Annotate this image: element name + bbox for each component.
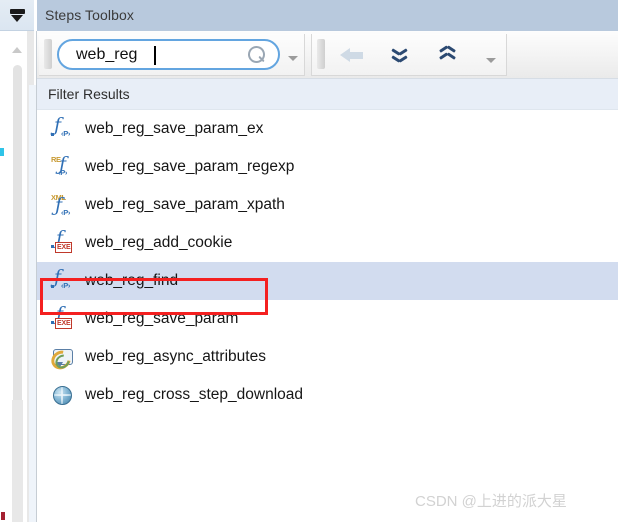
search-icon-glass (245, 43, 268, 66)
filter-results-list: ƒ ‹P› web_reg_save_param_ex RE ƒ ‹P› web_reg_s… (37, 110, 618, 522)
search-input[interactable]: web_reg (57, 39, 280, 70)
icon-param-subscript: ‹P› (61, 129, 71, 138)
function-exe-icon: ƒ EXE (51, 305, 75, 332)
icon-function-glyph: ƒ (54, 266, 62, 288)
toolbar: web_reg (37, 31, 618, 79)
back-button[interactable] (334, 40, 370, 70)
list-item[interactable]: web_reg_cross_step_download (37, 376, 618, 414)
list-item-label: web_reg_async_attributes (85, 348, 266, 365)
list-item[interactable]: RE ƒ ‹P› web_reg_save_param_regexp (37, 148, 618, 186)
list-item-label: web_reg_save_param_ex (85, 120, 264, 137)
list-item-label: web_reg_add_cookie (85, 234, 233, 251)
funnel-bar (10, 9, 25, 14)
funnel-triangle (11, 15, 23, 22)
icon-exe-badge: EXE (55, 242, 73, 253)
icon-param-subscript: ‹P› (61, 281, 71, 290)
icon-param-subscript: ‹P› (61, 208, 71, 217)
list-item-label: web_reg_save_param_regexp (85, 158, 295, 175)
nav-group-grip[interactable] (317, 39, 325, 69)
text-caret (154, 46, 156, 65)
filter-results-header: Filter Results (37, 79, 618, 110)
gutter-marker-red (1, 512, 5, 520)
function-param-icon: ƒ ‹P› (51, 114, 75, 142)
icon-globe-sphere (53, 386, 72, 405)
function-param-icon: ƒ ‹P› (51, 266, 75, 294)
search-input-value: web_reg (76, 46, 138, 63)
double-chevron-down-icon-second (392, 55, 407, 61)
list-item[interactable]: web_reg_async_attributes (37, 338, 618, 376)
navigation-toolbar-group (311, 34, 507, 76)
panel-titlebar: Steps Toolbox (37, 0, 618, 31)
double-chevron-down-icon (392, 48, 407, 54)
next-match-button[interactable] (382, 40, 418, 70)
filter-results-label: Filter Results (48, 86, 130, 102)
funnel-filter-icon[interactable] (10, 8, 25, 23)
gutter-marker-blue (0, 148, 4, 156)
page-title: Steps Toolbox (45, 7, 134, 23)
icon-param-subscript: ‹P› (58, 168, 68, 177)
list-item[interactable]: ƒ ‹P› web_reg_save_param_ex (37, 110, 618, 148)
list-item-label: web_reg_cross_step_download (85, 386, 304, 403)
icon-exe-badge: EXE (55, 318, 73, 329)
list-item-label: web_reg_save_param (85, 310, 239, 327)
gutter-header (0, 0, 34, 31)
async-bubble-icon (47, 346, 75, 374)
scroll-up-arrow-icon[interactable] (12, 47, 22, 53)
arrow-left-icon (340, 48, 364, 63)
double-chevron-up-icon-second (440, 55, 455, 61)
icon-dot (51, 245, 54, 248)
steps-toolbox-panel: Steps Toolbox web_reg Filter Results ƒ ‹… (37, 0, 618, 522)
search-toolbar-group: web_reg (39, 34, 305, 76)
icon-function-glyph: ƒ (54, 114, 62, 136)
list-item[interactable]: ƒ EXE web_reg_save_param (37, 300, 618, 338)
function-xml-param-icon: XML ƒ ‹P› (51, 193, 75, 218)
globe-icon (51, 384, 75, 408)
nav-overflow-chevron-down-icon[interactable] (486, 58, 496, 63)
search-icon[interactable] (245, 43, 268, 66)
list-item[interactable]: ƒ ‹P› web_reg_find (37, 262, 618, 300)
list-item-label: web_reg_save_param_xpath (85, 196, 285, 213)
search-group-grip[interactable] (44, 39, 52, 69)
panel-edge-blue (29, 85, 36, 522)
function-exe-icon: ƒ EXE (51, 229, 75, 256)
icon-dot (51, 321, 54, 324)
previous-match-button[interactable] (430, 40, 466, 70)
arrow-left-shaft (349, 52, 363, 59)
list-item-label: web_reg_find (85, 272, 179, 289)
scrollbar-track[interactable] (12, 400, 23, 522)
list-item[interactable]: XML ƒ ‹P› web_reg_save_param_xpath (37, 186, 618, 224)
watermark: CSDN @上进的派大星 (415, 493, 567, 510)
function-regexp-param-icon: RE ƒ ‹P› (51, 155, 75, 180)
list-item[interactable]: ƒ EXE web_reg_add_cookie (37, 224, 618, 262)
search-overflow-chevron-down-icon[interactable] (288, 56, 298, 61)
